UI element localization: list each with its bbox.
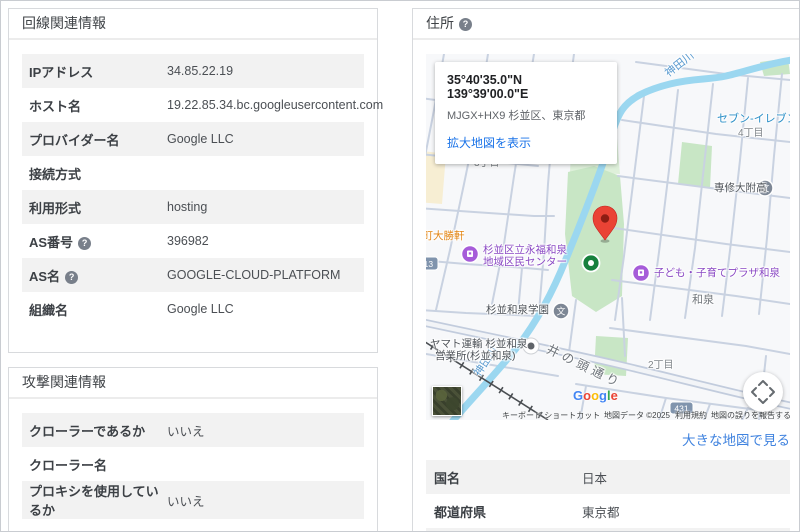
coordinates-text: 35°40'35.0"N 139°39'00.0"E bbox=[447, 73, 605, 101]
attack-info-table: クローラーであるか いいえ クローラー名 プロキシを使用しているか いいえ bbox=[9, 399, 377, 532]
right-column: 住所? bbox=[412, 8, 800, 524]
table-row: 接続方式 bbox=[22, 156, 364, 190]
row-label-text: AS番号 bbox=[29, 235, 73, 250]
panel-title-text: 攻撃関連情報 bbox=[22, 374, 106, 390]
row-value: hosting bbox=[167, 200, 207, 214]
address-body: 413 431 文 文 bbox=[413, 40, 800, 532]
route-badge-413: 413 bbox=[426, 257, 438, 270]
view-larger-map-link[interactable]: 大きな地図で見る bbox=[682, 433, 790, 448]
row-value: 東京都 bbox=[582, 502, 620, 521]
row-label: 国名 bbox=[434, 468, 582, 487]
panel-address: 住所? bbox=[412, 8, 800, 532]
table-row: 組織名 Google LLC bbox=[22, 292, 364, 326]
line-info-table: IPアドレス 34.85.22.19 ホスト名 19.22.85.34.bc.g… bbox=[9, 40, 377, 352]
park-area bbox=[678, 142, 712, 188]
park-marker[interactable] bbox=[583, 255, 600, 272]
larger-map-row: 大きな地図で見る bbox=[426, 429, 790, 450]
row-label: AS番号? bbox=[29, 232, 167, 251]
school-icon[interactable]: 文 bbox=[553, 303, 569, 319]
table-row: AS名? GOOGLE-CLOUD-PLATFORM bbox=[22, 258, 364, 292]
poi-label-seven-eleven[interactable]: セブン-イレブン bbox=[717, 113, 790, 125]
row-label: 都道府県 bbox=[434, 502, 582, 521]
row-value: GOOGLE-CLOUD-PLATFORM bbox=[167, 268, 340, 282]
district-label: 和泉 bbox=[692, 294, 714, 306]
help-icon[interactable]: ? bbox=[78, 237, 91, 250]
terms-link[interactable]: 利用規約 bbox=[675, 410, 707, 420]
address-table: 国名 日本 都道府県 東京都 bbox=[426, 460, 790, 532]
google-map-embed[interactable]: 413 431 文 文 bbox=[426, 54, 790, 420]
row-label: IPアドレス bbox=[29, 62, 167, 81]
table-row: プロキシを使用しているか いいえ bbox=[22, 481, 364, 519]
poi-label-restaurant[interactable]: 福町大勝軒 bbox=[426, 230, 465, 242]
table-row: プロバイダー名 Google LLC bbox=[22, 122, 364, 156]
logo-letter: g bbox=[599, 388, 607, 403]
svg-text:文: 文 bbox=[556, 306, 565, 317]
table-row: クローラー名 bbox=[22, 447, 364, 481]
row-label: クローラー名 bbox=[29, 455, 167, 474]
fullscreen-arrows-icon bbox=[743, 372, 783, 412]
table-row: ホスト名 19.22.85.34.bc.googleusercontent.co… bbox=[22, 88, 364, 122]
row-value: 396982 bbox=[167, 234, 209, 248]
logo-letter: o bbox=[583, 388, 591, 403]
panel-line-info: 回線関連情報 IPアドレス 34.85.22.19 ホスト名 19.22.85.… bbox=[8, 8, 378, 353]
logo-letter: o bbox=[591, 388, 599, 403]
poi-label-civic-center[interactable]: 地域区民センター bbox=[483, 256, 567, 268]
google-logo[interactable]: Google bbox=[573, 388, 618, 403]
row-value: 日本 bbox=[582, 468, 607, 487]
poi-label-yamato[interactable]: 営業所(杉並和泉) bbox=[435, 350, 516, 362]
logo-letter: e bbox=[611, 388, 618, 403]
row-value: いいえ bbox=[167, 491, 205, 510]
row-value: いいえ bbox=[167, 421, 205, 440]
panel-attack-info: 攻撃関連情報 クローラーであるか いいえ クローラー名 プロキシを使用しているか… bbox=[8, 367, 378, 532]
table-row: クローラーであるか いいえ bbox=[22, 413, 364, 447]
satellite-layer-toggle[interactable] bbox=[432, 386, 462, 416]
table-row: 都道府県 東京都 bbox=[426, 494, 790, 528]
poi-label-kodomo-plaza[interactable]: 子ども・子育てプラザ和泉 bbox=[654, 267, 780, 279]
table-row: 利用形式 hosting bbox=[22, 190, 364, 224]
row-label: プロキシを使用しているか bbox=[29, 481, 167, 519]
help-icon[interactable]: ? bbox=[459, 18, 472, 31]
district-label: 2丁目 bbox=[648, 360, 674, 372]
panel-attack-info-title: 攻撃関連情報 bbox=[9, 368, 377, 399]
map-info-card: 35°40'35.0"N 139°39'00.0"E MJGX+HX9 杉並区、… bbox=[435, 62, 617, 164]
row-value: 34.85.22.19 bbox=[167, 64, 233, 78]
panel-title-text: 回線関連情報 bbox=[22, 15, 106, 31]
map-data-text: 地図データ ©2025 bbox=[604, 410, 670, 420]
table-row: 国名 日本 bbox=[426, 460, 790, 494]
civic-center-marker[interactable] bbox=[462, 246, 479, 263]
poi-label-school[interactable]: 専修大附高 bbox=[714, 182, 767, 194]
fullscreen-button[interactable] bbox=[743, 372, 783, 412]
row-label-text: AS名 bbox=[29, 269, 60, 284]
district-label: 4丁目 bbox=[738, 128, 764, 140]
keyboard-shortcuts-link[interactable]: キーボード ショートカット bbox=[502, 410, 600, 420]
row-value: Google LLC bbox=[167, 132, 234, 146]
poi-label-school[interactable]: 杉並和泉学園 bbox=[486, 304, 549, 316]
logo-letter: G bbox=[573, 388, 583, 403]
panel-title-text: 住所 bbox=[426, 15, 454, 31]
row-label: AS名? bbox=[29, 266, 167, 285]
row-label: 組織名 bbox=[29, 300, 167, 319]
table-row: IPアドレス 34.85.22.19 bbox=[22, 54, 364, 88]
poi-label-civic-center[interactable]: 杉並区立永福和泉 bbox=[483, 244, 567, 256]
panel-line-info-title: 回線関連情報 bbox=[9, 9, 377, 40]
row-label: クローラーであるか bbox=[29, 421, 167, 440]
row-value: 19.22.85.34.bc.googleusercontent.com bbox=[167, 98, 383, 112]
plus-code-text: MJGX+HX9 杉並区、東京都 bbox=[447, 107, 605, 123]
left-column: 回線関連情報 IPアドレス 34.85.22.19 ホスト名 19.22.85.… bbox=[8, 8, 378, 524]
row-label: 接続方式 bbox=[29, 164, 167, 183]
panel-address-title: 住所? bbox=[413, 9, 800, 40]
table-row: AS番号? 396982 bbox=[22, 224, 364, 258]
kodomo-plaza-marker[interactable] bbox=[633, 265, 650, 282]
row-value: Google LLC bbox=[167, 302, 234, 316]
row-label: ホスト名 bbox=[29, 96, 167, 115]
enlarge-map-link[interactable]: 拡大地図を表示 bbox=[447, 134, 531, 151]
row-label: プロバイダー名 bbox=[29, 130, 167, 149]
table-row-partial bbox=[426, 528, 790, 532]
svg-text:413: 413 bbox=[426, 259, 433, 269]
row-label: 利用形式 bbox=[29, 198, 167, 217]
page: 回線関連情報 IPアドレス 34.85.22.19 ホスト名 19.22.85.… bbox=[0, 0, 800, 532]
help-icon[interactable]: ? bbox=[65, 271, 78, 284]
poi-label-yamato[interactable]: ヤマト運輸 杉並和泉 bbox=[430, 338, 527, 350]
